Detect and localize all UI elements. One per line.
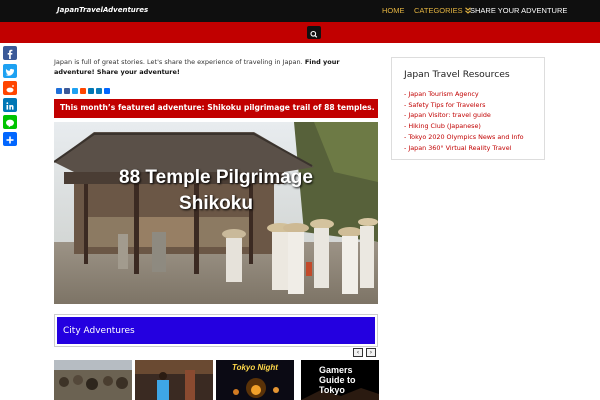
intro-text: Japan is full of great stories. Let's sh… — [54, 58, 303, 66]
featured-adventure-label: This month’s featured adventure: Shikoku… — [60, 103, 375, 112]
travel-resources-title: Japan Travel Resources — [404, 69, 510, 80]
carousel-prev-button[interactable]: ‹ — [353, 348, 363, 357]
share-a-icon[interactable] — [56, 88, 62, 94]
featured-hero-image[interactable]: 88 Temple Pilgrimage Shikoku — [54, 122, 378, 304]
top-navigation-bar: JapanTravelAdventures HOME CATEGORIES SH… — [0, 0, 600, 22]
nav-share-adventure-link[interactable]: SHARE YOUR ADVENTURE — [470, 0, 567, 22]
share-f-icon[interactable] — [96, 88, 102, 94]
search-button[interactable] — [307, 26, 321, 39]
share-e-icon[interactable] — [88, 88, 94, 94]
nav-categories-menu[interactable]: CATEGORIES — [414, 0, 471, 22]
reddit-icon[interactable] — [3, 81, 17, 95]
hero-title-line1: 88 Temple Pilgrimage — [119, 167, 313, 188]
thumb-tokyo-night-caption: Tokyo Night — [232, 363, 278, 372]
resource-link-olympics[interactable]: - Tokyo 2020 Olympics News and Info — [404, 132, 524, 143]
nav-home-link[interactable]: HOME — [382, 0, 405, 22]
thumb-tokyo-night[interactable]: Tokyo Night — [216, 360, 294, 400]
featured-adventure-banner[interactable]: This month’s featured adventure: Shikoku… — [54, 99, 378, 118]
resource-link-tourism-agency[interactable]: - Japan Tourism Agency — [404, 89, 524, 100]
thumb-gamers[interactable]: Gamers Guide to Tokyo — [301, 360, 379, 400]
travel-resources-widget: Japan Travel Resources - Japan Tourism A… — [391, 57, 545, 160]
travel-resources-list: - Japan Tourism Agency - Safety Tips for… — [404, 89, 524, 153]
share-c-icon[interactable] — [72, 88, 78, 94]
kimono-photo — [135, 360, 213, 400]
share-d-icon[interactable] — [80, 88, 86, 94]
city-adventures-section: City Adventures — [54, 314, 378, 347]
city-adventures-title: City Adventures — [63, 326, 135, 336]
intro-paragraph: Japan is full of great stories. Let's sh… — [54, 57, 379, 77]
resource-link-japan-visitor[interactable]: - Japan Visitor: travel guide — [404, 110, 524, 121]
share-icon[interactable] — [3, 132, 17, 146]
line-icon[interactable] — [3, 115, 17, 129]
resource-link-vr-travel[interactable]: - Japan 360° Virtual Reality Travel — [404, 143, 524, 154]
search-bar-strip — [0, 22, 600, 43]
nav-categories-label: CATEGORIES — [414, 6, 463, 15]
linkedin-icon[interactable] — [3, 98, 17, 112]
crowd-photo — [54, 360, 132, 400]
facebook-icon[interactable] — [3, 46, 17, 60]
share-g-icon[interactable] — [104, 88, 110, 94]
resource-link-hiking-club[interactable]: - Hiking Club (Japanese) — [404, 121, 524, 132]
search-icon — [310, 30, 318, 38]
hero-title-line2: Shikoku — [179, 193, 253, 214]
carousel-next-button[interactable]: › — [366, 348, 376, 357]
twitter-icon[interactable] — [3, 64, 17, 78]
thumb-kimono[interactable] — [135, 360, 213, 400]
city-adventures-header[interactable]: City Adventures — [57, 317, 375, 344]
share-b-icon[interactable] — [64, 88, 70, 94]
site-logo[interactable]: JapanTravelAdventures — [57, 6, 148, 14]
thumb-gamers-caption: Gamers Guide to Tokyo — [319, 365, 356, 395]
resource-link-safety-tips[interactable]: - Safety Tips for Travelers — [404, 100, 524, 111]
thumb-crowd[interactable] — [54, 360, 132, 400]
